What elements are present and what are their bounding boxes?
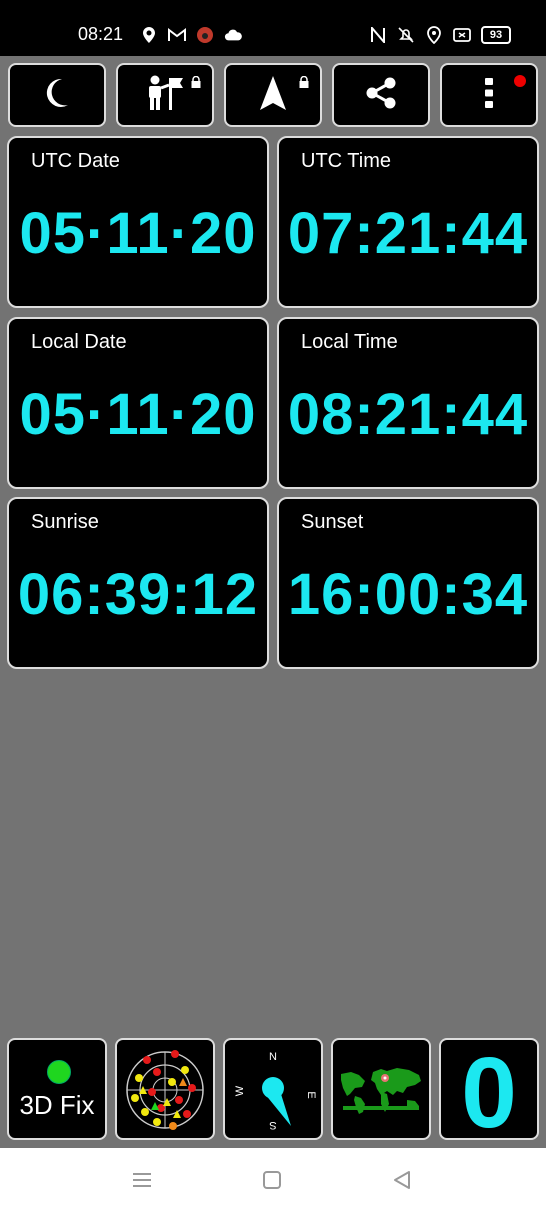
local-date-tile: Local Date 05·11·20 <box>7 317 269 489</box>
local-time-value: 08:21:44 <box>287 382 529 447</box>
utc-time-label: UTC Time <box>301 150 391 172</box>
person-flag-icon <box>145 74 185 117</box>
sunrise-label: Sunrise <box>31 511 99 533</box>
utc-date-label: UTC Date <box>31 150 120 172</box>
fix-status-indicator <box>47 1060 71 1084</box>
navigate-button[interactable] <box>224 63 322 127</box>
arrow-up-icon <box>259 75 287 116</box>
menu-nav-icon[interactable] <box>131 1170 153 1195</box>
sunset-label: Sunset <box>301 511 364 533</box>
local-date-value: 05·11·20 <box>19 382 257 447</box>
local-time-tile: Local Time 08:21:44 <box>277 317 539 489</box>
sunrise-value: 06:39:12 <box>17 562 259 627</box>
local-time-label: Local Time <box>301 331 398 353</box>
local-date-label: Local Date <box>31 331 127 353</box>
system-nav-bar <box>0 1148 546 1214</box>
vertical-dots-icon <box>484 77 494 114</box>
bottom-bar: 3D Fix N E S W 0 <box>0 1038 546 1142</box>
night-mode-button[interactable] <box>8 63 106 127</box>
share-button[interactable] <box>332 63 430 127</box>
waypoint-button[interactable] <box>116 63 214 127</box>
utc-date-value: 05·11·20 <box>19 201 257 266</box>
gmail-icon <box>168 26 186 44</box>
compass-s: S <box>269 1119 276 1131</box>
lock-icon <box>298 75 310 88</box>
battery-indicator: 93 <box>481 26 511 44</box>
red-app-icon <box>196 26 214 44</box>
sunset-value: 16:00:34 <box>287 562 529 627</box>
bell-off-icon <box>397 26 415 44</box>
lock-icon <box>190 75 202 88</box>
location-icon <box>425 26 443 44</box>
compass-n: N <box>269 1051 277 1063</box>
compass-button[interactable]: N E S W <box>223 1038 323 1140</box>
sky-plot-button[interactable] <box>115 1038 215 1140</box>
back-nav-icon[interactable] <box>392 1170 412 1195</box>
status-time: 08:21 <box>78 24 124 44</box>
screen-icon <box>453 26 471 44</box>
satellite-count-button[interactable]: 0 <box>439 1038 539 1140</box>
compass-w: W <box>234 1085 246 1096</box>
gps-fix-button[interactable]: 3D Fix <box>7 1038 107 1140</box>
utc-time-tile: UTC Time 07:21:44 <box>277 136 539 308</box>
fix-label: 3D Fix <box>19 1090 95 1120</box>
notification-dot <box>514 75 526 87</box>
compass-e: E <box>305 1091 317 1098</box>
share-icon <box>364 76 398 115</box>
nfc-icon <box>369 26 387 44</box>
moon-icon <box>44 77 70 114</box>
world-map-button[interactable] <box>331 1038 431 1140</box>
cloud-icon <box>224 26 242 44</box>
sunrise-tile: Sunrise 06:39:12 <box>7 497 269 669</box>
sunset-tile: Sunset 16:00:34 <box>277 497 539 669</box>
utc-date-tile: UTC Date 05·11·20 <box>7 136 269 308</box>
more-menu-button[interactable] <box>440 63 538 127</box>
status-bar: 08:21 93 <box>0 0 546 56</box>
toolbar <box>0 63 546 129</box>
satellite-count: 0 <box>461 1038 517 1140</box>
location-pin-icon <box>140 26 158 44</box>
home-nav-icon[interactable] <box>262 1170 282 1195</box>
utc-time-value: 07:21:44 <box>287 201 529 266</box>
